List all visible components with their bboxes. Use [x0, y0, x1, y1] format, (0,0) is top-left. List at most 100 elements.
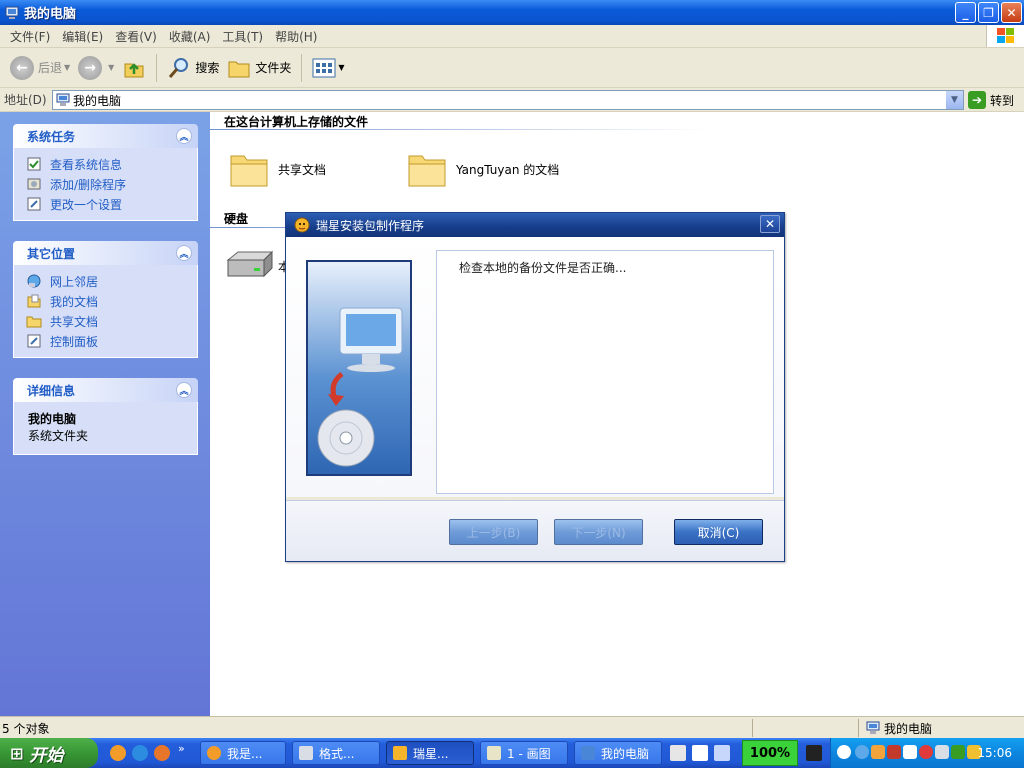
- dialog-titlebar[interactable]: 瑞星安装包制作程序 ✕: [286, 213, 784, 237]
- zoom-indicator[interactable]: 100%: [742, 740, 798, 766]
- task-button[interactable]: 1 - 画图: [480, 741, 568, 765]
- dialog-close-button[interactable]: ✕: [760, 215, 780, 233]
- other-places-panel: 其它位置 ︽ 网上邻居 我的文档 共享文档 控制面板: [13, 241, 198, 358]
- task-label: 1 - 画图: [507, 746, 551, 761]
- collapse-icon[interactable]: ︽: [176, 245, 192, 261]
- link-label: 我的文档: [50, 294, 99, 309]
- chevron-down-icon: ▼: [108, 63, 115, 72]
- chevron-left-icon[interactable]: [837, 745, 851, 759]
- cancel-button[interactable]: 取消(C): [674, 519, 763, 545]
- item-user-documents[interactable]: YangTuyan 的文档: [406, 148, 559, 190]
- address-input[interactable]: 我的电脑 ▼: [52, 90, 964, 110]
- collapse-icon[interactable]: ︽: [176, 382, 192, 398]
- up-folder-button[interactable]: [118, 52, 150, 84]
- paint-icon: [487, 746, 501, 760]
- next-button[interactable]: 下一步(N): [554, 519, 643, 545]
- link-label: 网上邻居: [50, 274, 99, 289]
- network-icon[interactable]: [903, 745, 917, 759]
- restore-button[interactable]: ❐: [978, 2, 999, 23]
- folders-button[interactable]: 文件夹: [223, 52, 295, 84]
- address-bar: 地址(D) 我的电脑 ▼ ➔ 转到: [0, 88, 1024, 112]
- quicklaunch-more-icon[interactable]: »: [178, 742, 194, 758]
- details-header[interactable]: 详细信息 ︽: [13, 378, 198, 402]
- format-icon: [299, 746, 313, 760]
- user-icon[interactable]: [887, 745, 901, 759]
- go-button[interactable]: ➔ 转到: [968, 91, 1014, 109]
- menu-favorites[interactable]: 收藏(A): [163, 28, 217, 45]
- power-icon[interactable]: [806, 745, 822, 761]
- menu-help[interactable]: 帮助(H): [269, 28, 323, 45]
- go-arrow-icon: ➔: [968, 91, 986, 109]
- link-label: 添加/删除程序: [50, 177, 127, 192]
- close-button[interactable]: ✕: [1001, 2, 1022, 23]
- start-button[interactable]: ⊞ 开始: [0, 738, 98, 768]
- minimize-button[interactable]: _: [955, 2, 976, 23]
- menu-bar: 文件(F) 编辑(E) 查看(V) 收藏(A) 工具(T) 帮助(H): [0, 25, 1024, 48]
- prev-button[interactable]: 上一步(B): [449, 519, 538, 545]
- folder-icon: [408, 155, 446, 187]
- details-title: 详细信息: [27, 383, 76, 398]
- other-places-header[interactable]: 其它位置 ︽: [13, 241, 198, 265]
- views-button[interactable]: ▼: [308, 52, 348, 84]
- menu-view[interactable]: 查看(V): [109, 28, 163, 45]
- details-name: 我的电脑: [28, 412, 77, 426]
- firefox-icon: [207, 746, 221, 760]
- umbrella-icon[interactable]: [951, 745, 965, 759]
- address-dropdown-button[interactable]: ▼: [946, 91, 963, 109]
- toolbar-divider: [156, 53, 158, 82]
- rising-lion-icon: [393, 746, 407, 760]
- link-control-panel[interactable]: 控制面板: [26, 331, 187, 351]
- address-value: 我的电脑: [73, 93, 122, 108]
- task-button[interactable]: 我的电脑: [574, 741, 662, 765]
- ie-icon[interactable]: [855, 745, 869, 759]
- control-panel-icon: [27, 197, 41, 211]
- menu-tools[interactable]: 工具(T): [216, 28, 269, 45]
- link-label: 控制面板: [50, 334, 99, 349]
- link-change-setting[interactable]: 更改一个设置: [26, 194, 187, 214]
- task-button-active[interactable]: 瑞星...: [386, 741, 474, 765]
- link-label: 查看系统信息: [50, 157, 123, 172]
- go-label: 转到: [990, 93, 1015, 108]
- menu-file[interactable]: 文件(F): [4, 28, 56, 45]
- status-divider: [752, 719, 753, 737]
- system-tasks-header[interactable]: 系统任务 ︽: [13, 124, 198, 148]
- link-label: 共享文档: [50, 314, 99, 329]
- link-my-documents[interactable]: 我的文档: [26, 291, 187, 311]
- security-icon[interactable]: [935, 745, 949, 759]
- collapse-icon[interactable]: ︽: [176, 128, 192, 144]
- app-icon[interactable]: [154, 745, 170, 761]
- keyboard-icon[interactable]: [670, 745, 686, 761]
- add-remove-programs-icon: [27, 178, 41, 190]
- back-button[interactable]: ← 后退 ▼: [6, 52, 74, 84]
- help-icon[interactable]: [692, 745, 708, 761]
- item-local-disk[interactable]: 本: [224, 246, 290, 286]
- qq-icon[interactable]: [871, 745, 885, 759]
- task-label: 瑞星...: [413, 746, 449, 761]
- search-button[interactable]: 搜索: [163, 52, 223, 84]
- ie-icon[interactable]: [132, 745, 148, 761]
- system-info-icon: [27, 157, 41, 171]
- item-label: 共享文档: [278, 162, 327, 177]
- windows-logo-icon: [986, 25, 1024, 47]
- task-button[interactable]: 我是...: [200, 741, 286, 765]
- dialog-message-box: 检查本地的备份文件是否正确...: [436, 250, 774, 494]
- system-tray: 15:06: [830, 738, 1024, 768]
- language-icon[interactable]: [714, 745, 730, 761]
- menu-edit[interactable]: 编辑(E): [56, 28, 109, 45]
- forward-button[interactable]: → ▼: [74, 52, 118, 84]
- my-computer-icon: [866, 721, 880, 734]
- link-add-remove-programs[interactable]: 添加/删除程序: [26, 174, 187, 194]
- hard-disk-icon: [226, 250, 274, 278]
- item-shared-documents[interactable]: 共享文档: [228, 148, 326, 190]
- blocked-icon[interactable]: [919, 745, 933, 759]
- link-shared-documents[interactable]: 共享文档: [26, 311, 187, 331]
- window-titlebar[interactable]: 我的电脑 _ ❐ ✕: [0, 0, 1024, 25]
- link-view-system-info[interactable]: 查看系统信息: [26, 154, 187, 174]
- dialog-title: 瑞星安装包制作程序: [316, 218, 425, 233]
- firefox-icon[interactable]: [110, 745, 126, 761]
- link-network-places[interactable]: 网上邻居: [26, 271, 187, 291]
- item-label: YangTuyan 的文档: [456, 162, 560, 177]
- folders-label: 文件夹: [255, 61, 292, 75]
- task-button[interactable]: 格式...: [292, 741, 380, 765]
- my-computer-icon: [5, 6, 19, 19]
